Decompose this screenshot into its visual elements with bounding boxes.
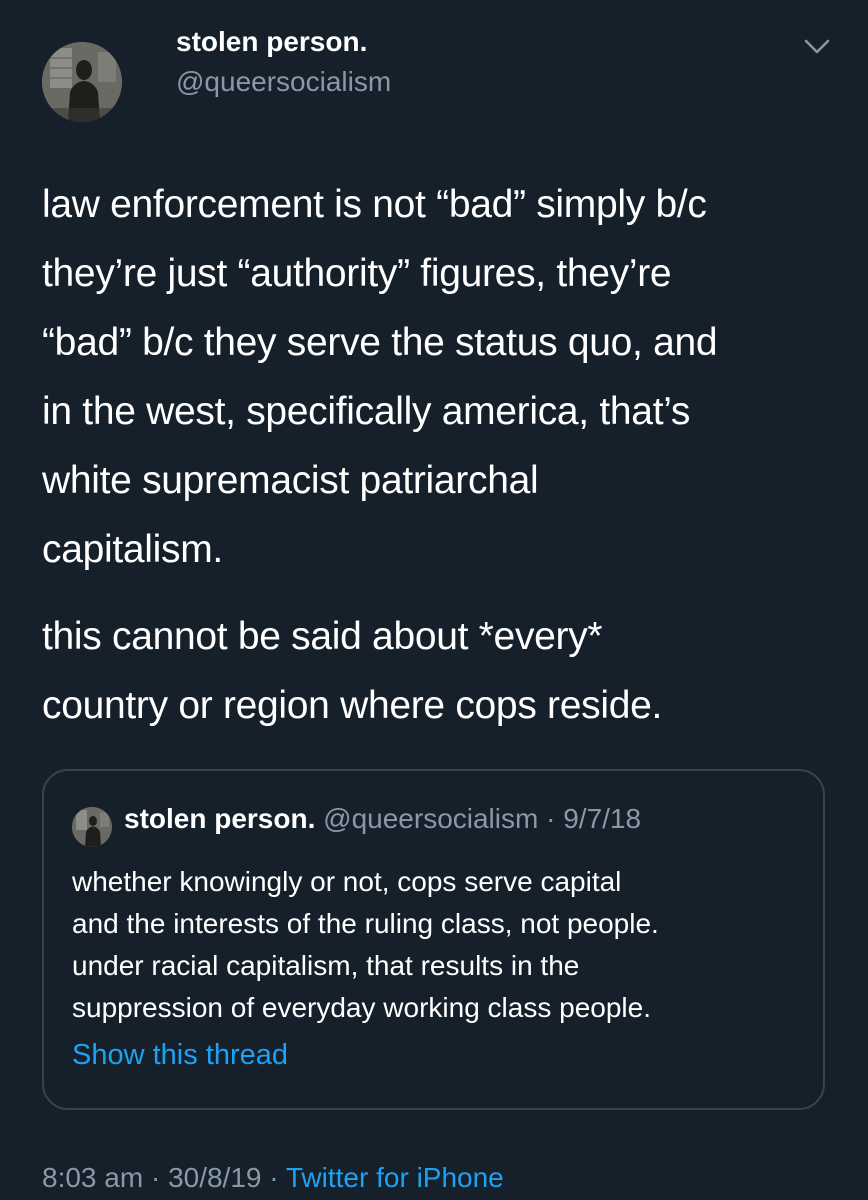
tweet-paragraph: this cannot be said about *every* countr… (42, 615, 663, 727)
quoted-text-line: under racial capitalism, that results in… (72, 950, 580, 981)
chevron-down-icon[interactable] (802, 34, 832, 58)
profile-photo-icon (72, 807, 112, 847)
quoted-text-line: suppression of everyday working class pe… (72, 992, 651, 1023)
quoted-tweet-text: whether knowingly or not, cops serve cap… (72, 861, 812, 1029)
tweet-date: 30/8/19 (168, 1162, 262, 1193)
quoted-handle: @queersocialism (323, 803, 539, 834)
quoted-text-line: and the interests of the ruling class, n… (72, 908, 659, 939)
separator-dot: · (143, 1162, 169, 1193)
author-handle[interactable]: @queersocialism (176, 66, 391, 98)
tweet-body: law enforcement is not “bad” simply b/c … (42, 170, 842, 740)
separator-dot: · (261, 1162, 286, 1193)
quoted-date: 9/7/18 (563, 803, 642, 834)
tweet-time: 8:03 am (42, 1162, 144, 1193)
profile-photo-icon (42, 42, 122, 122)
tweet-source-link[interactable]: Twitter for iPhone (286, 1162, 504, 1193)
quoted-tweet-card[interactable]: stolen person. @queersocialism · 9/7/18 … (42, 769, 825, 1110)
show-thread-link[interactable]: Show this thread (72, 1039, 288, 1072)
separator-dot: · (538, 803, 564, 834)
tweet-metadata: 8:03 am · 30/8/19 · Twitter for iPhone (42, 1162, 504, 1194)
quoted-avatar (72, 807, 112, 847)
quoted-display-name: stolen person. (124, 803, 316, 834)
quoted-tweet-header: stolen person. @queersocialism · 9/7/18 (124, 803, 641, 835)
author-display-name[interactable]: stolen person. (176, 26, 367, 58)
quoted-text-line: whether knowingly or not, cops serve cap… (72, 866, 622, 897)
profile-avatar[interactable] (42, 42, 122, 122)
tweet-paragraph: law enforcement is not “bad” simply b/c … (42, 183, 718, 571)
